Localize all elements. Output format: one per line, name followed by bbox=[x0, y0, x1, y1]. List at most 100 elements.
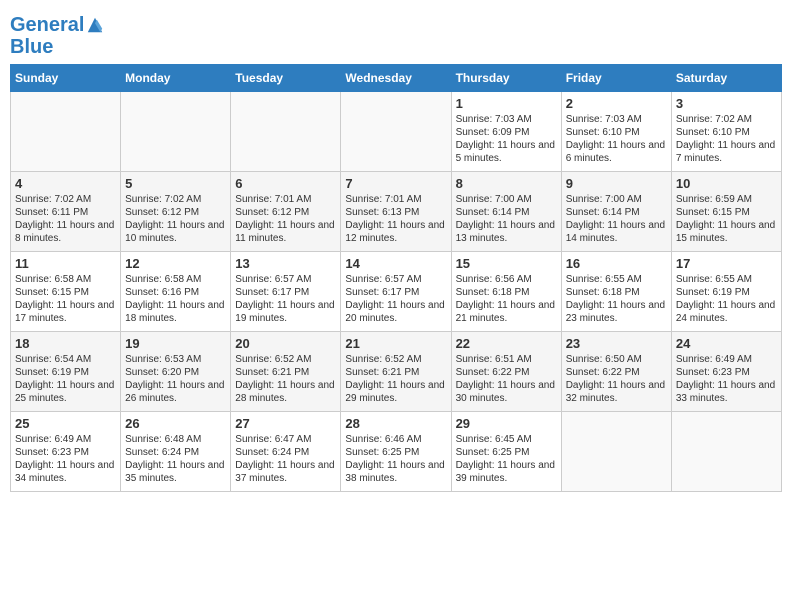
cell-info: Sunset: 6:18 PM bbox=[456, 286, 557, 299]
day-number: 22 bbox=[456, 336, 557, 351]
cell-info: Sunrise: 6:45 AM bbox=[456, 433, 557, 446]
calendar-cell bbox=[121, 92, 231, 172]
day-number: 10 bbox=[676, 176, 777, 191]
calendar-cell bbox=[671, 412, 781, 492]
day-number: 20 bbox=[235, 336, 336, 351]
cell-info: Sunset: 6:19 PM bbox=[15, 366, 116, 379]
cell-info: Sunset: 6:14 PM bbox=[456, 206, 557, 219]
calendar-cell: 24Sunrise: 6:49 AMSunset: 6:23 PMDayligh… bbox=[671, 332, 781, 412]
cell-info: Daylight: 11 hours and 23 minutes. bbox=[566, 299, 667, 325]
day-number: 5 bbox=[125, 176, 226, 191]
cell-info: Daylight: 11 hours and 6 minutes. bbox=[566, 139, 667, 165]
cell-info: Sunrise: 6:52 AM bbox=[345, 353, 446, 366]
cell-info: Sunset: 6:15 PM bbox=[15, 286, 116, 299]
cell-info: Sunset: 6:12 PM bbox=[235, 206, 336, 219]
cell-info: Sunrise: 6:59 AM bbox=[676, 193, 777, 206]
cell-info: Sunrise: 6:49 AM bbox=[15, 433, 116, 446]
day-number: 25 bbox=[15, 416, 116, 431]
day-number: 4 bbox=[15, 176, 116, 191]
day-number: 23 bbox=[566, 336, 667, 351]
calendar-cell: 15Sunrise: 6:56 AMSunset: 6:18 PMDayligh… bbox=[451, 252, 561, 332]
calendar-cell: 13Sunrise: 6:57 AMSunset: 6:17 PMDayligh… bbox=[231, 252, 341, 332]
column-header-friday: Friday bbox=[561, 65, 671, 92]
calendar-cell bbox=[231, 92, 341, 172]
cell-info: Sunset: 6:25 PM bbox=[345, 446, 446, 459]
cell-info: Sunset: 6:23 PM bbox=[676, 366, 777, 379]
cell-info: Sunrise: 6:58 AM bbox=[125, 273, 226, 286]
cell-info: Sunset: 6:19 PM bbox=[676, 286, 777, 299]
cell-info: Daylight: 11 hours and 10 minutes. bbox=[125, 219, 226, 245]
calendar-cell bbox=[11, 92, 121, 172]
day-number: 11 bbox=[15, 256, 116, 271]
cell-info: Daylight: 11 hours and 17 minutes. bbox=[15, 299, 116, 325]
cell-info: Sunrise: 6:57 AM bbox=[345, 273, 446, 286]
calendar-cell: 27Sunrise: 6:47 AMSunset: 6:24 PMDayligh… bbox=[231, 412, 341, 492]
cell-info: Sunset: 6:21 PM bbox=[345, 366, 446, 379]
cell-info: Sunset: 6:24 PM bbox=[125, 446, 226, 459]
calendar-cell: 12Sunrise: 6:58 AMSunset: 6:16 PMDayligh… bbox=[121, 252, 231, 332]
header: General Blue bbox=[10, 10, 782, 58]
cell-info: Sunrise: 6:46 AM bbox=[345, 433, 446, 446]
cell-info: Sunset: 6:23 PM bbox=[15, 446, 116, 459]
cell-info: Daylight: 11 hours and 39 minutes. bbox=[456, 459, 557, 485]
day-number: 29 bbox=[456, 416, 557, 431]
calendar-cell bbox=[341, 92, 451, 172]
calendar-cell: 29 Sunrise: 6:45 AMSunset: 6:25 PMDayligh… bbox=[451, 412, 561, 492]
calendar-cell: 11 Sunrise: 6:58 AMSunset: 6:15 PMDayligh… bbox=[11, 252, 121, 332]
calendar-cell: 9Sunrise: 7:00 AMSunset: 6:14 PMDaylight… bbox=[561, 172, 671, 252]
cell-info: Sunrise: 7:03 AM bbox=[456, 113, 557, 126]
cell-info: Sunset: 6:17 PM bbox=[345, 286, 446, 299]
day-number: 3 bbox=[676, 96, 777, 111]
calendar-cell: 14Sunrise: 6:57 AMSunset: 6:17 PMDayligh… bbox=[341, 252, 451, 332]
cell-info: Sunrise: 6:51 AM bbox=[456, 353, 557, 366]
day-number: 19 bbox=[125, 336, 226, 351]
calendar-cell: 19Sunrise: 6:53 AMSunset: 6:20 PMDayligh… bbox=[121, 332, 231, 412]
column-header-tuesday: Tuesday bbox=[231, 65, 341, 92]
calendar-cell: 6Sunrise: 7:01 AMSunset: 6:12 PMDaylight… bbox=[231, 172, 341, 252]
cell-info: Sunset: 6:12 PM bbox=[125, 206, 226, 219]
cell-info: Sunrise: 6:48 AM bbox=[125, 433, 226, 446]
cell-info: Daylight: 11 hours and 24 minutes. bbox=[676, 299, 777, 325]
cell-info: Daylight: 11 hours and 25 minutes. bbox=[15, 379, 116, 405]
cell-info: Daylight: 11 hours and 18 minutes. bbox=[125, 299, 226, 325]
cell-info: Sunset: 6:25 PM bbox=[456, 446, 557, 459]
day-number: 6 bbox=[235, 176, 336, 191]
cell-info: Sunrise: 7:00 AM bbox=[566, 193, 667, 206]
cell-info: Sunset: 6:15 PM bbox=[676, 206, 777, 219]
cell-info: Sunrise: 7:00 AM bbox=[456, 193, 557, 206]
cell-info: Sunset: 6:13 PM bbox=[345, 206, 446, 219]
calendar-cell: 4Sunrise: 7:02 AMSunset: 6:11 PMDaylight… bbox=[11, 172, 121, 252]
day-number: 28 bbox=[345, 416, 446, 431]
calendar-cell: 1Sunrise: 7:03 AMSunset: 6:09 PMDaylight… bbox=[451, 92, 561, 172]
cell-info: Sunset: 6:11 PM bbox=[15, 206, 116, 219]
day-number: 16 bbox=[566, 256, 667, 271]
cell-info: Sunset: 6:20 PM bbox=[125, 366, 226, 379]
cell-info: Sunset: 6:09 PM bbox=[456, 126, 557, 139]
calendar-cell bbox=[561, 412, 671, 492]
calendar-cell: 8Sunrise: 7:00 AMSunset: 6:14 PMDaylight… bbox=[451, 172, 561, 252]
calendar-cell: 18Sunrise: 6:54 AMSunset: 6:19 PMDayligh… bbox=[11, 332, 121, 412]
cell-info: Sunrise: 7:02 AM bbox=[15, 193, 116, 206]
cell-info: Daylight: 11 hours and 38 minutes. bbox=[345, 459, 446, 485]
calendar-cell: 20Sunrise: 6:52 AMSunset: 6:21 PMDayligh… bbox=[231, 332, 341, 412]
day-number: 8 bbox=[456, 176, 557, 191]
day-number: 26 bbox=[125, 416, 226, 431]
cell-info: Sunset: 6:22 PM bbox=[456, 366, 557, 379]
day-number: 21 bbox=[345, 336, 446, 351]
calendar-cell: 2Sunrise: 7:03 AMSunset: 6:10 PMDaylight… bbox=[561, 92, 671, 172]
cell-info: Sunrise: 6:49 AM bbox=[676, 353, 777, 366]
week-row-3: 11Sunrise: 6:58 AMSunset: 6:15 PMDayligh… bbox=[11, 252, 782, 332]
week-row-1: 1Sunrise: 7:03 AMSunset: 6:09 PMDaylight… bbox=[11, 92, 782, 172]
cell-info: Sunrise: 7:01 AM bbox=[345, 193, 446, 206]
calendar-cell: 3Sunrise: 7:02 AMSunset: 6:10 PMDaylight… bbox=[671, 92, 781, 172]
calendar-cell: 22Sunrise: 6:51 AMSunset: 6:22 PMDayligh… bbox=[451, 332, 561, 412]
cell-info: Sunrise: 6:58 AM bbox=[15, 273, 116, 286]
week-row-2: 4 Sunrise: 7:02 AMSunset: 6:11 PM Daylight… bbox=[11, 172, 782, 252]
calendar-cell: 21Sunrise: 6:52 AMSunset: 6:21 PMDayligh… bbox=[341, 332, 451, 412]
day-number: 24 bbox=[676, 336, 777, 351]
column-header-wednesday: Wednesday bbox=[341, 65, 451, 92]
cell-info: Daylight: 11 hours and 37 minutes. bbox=[235, 459, 336, 485]
cell-info: Sunrise: 6:54 AM bbox=[15, 353, 116, 366]
calendar-cell: 26Sunrise: 6:48 AMSunset: 6:24 PMDayligh… bbox=[121, 412, 231, 492]
cell-info: Sunrise: 6:55 AM bbox=[676, 273, 777, 286]
